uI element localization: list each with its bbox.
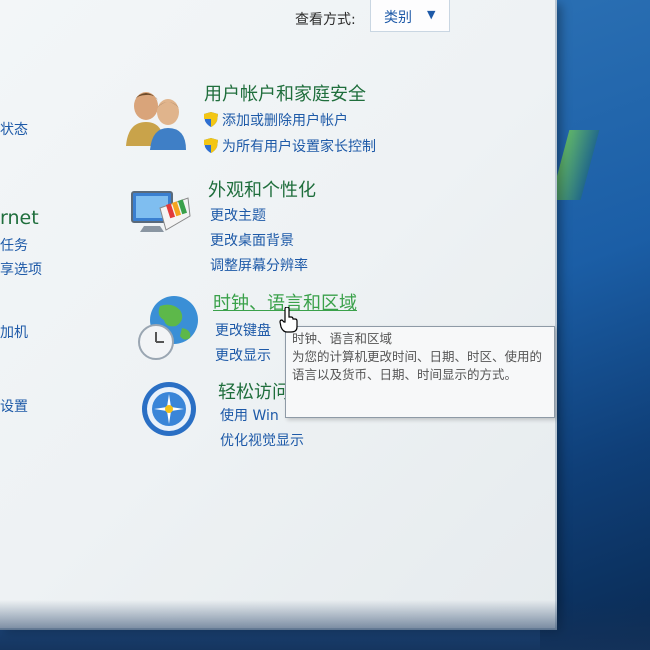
control-panel-window: 查看方式: 类别 ▼ 状态 rnet 任务 享选项 加机 设置 用户帐户和家庭安…: [0, 0, 557, 630]
uac-shield-icon: [204, 138, 218, 153]
left-nav-tasks-fragment[interactable]: 任务: [0, 235, 28, 255]
category-title-user-accounts[interactable]: 用户帐户和家庭安全: [204, 80, 366, 106]
view-by-value: 类别: [384, 10, 412, 26]
left-nav-settings-fragment[interactable]: 设置: [0, 396, 28, 416]
ease-of-access-icon[interactable]: [140, 380, 198, 442]
link-change-desktop-background[interactable]: 更改桌面背景: [210, 230, 294, 250]
tooltip-title: 时钟、语言和区域: [292, 331, 393, 346]
appearance-icon[interactable]: [130, 186, 192, 246]
view-by-dropdown[interactable]: 类别 ▼: [370, 0, 450, 32]
tooltip: 时钟、语言和区域 为您的计算机更改时间、日期、时区、使用的语言以及货币、日期、时…: [285, 326, 555, 418]
link-add-remove-accounts[interactable]: 添加或删除用户帐户: [204, 110, 348, 130]
link-optimize-visual-display[interactable]: 优化视觉显示: [220, 430, 304, 450]
globe-clock-icon[interactable]: [136, 292, 202, 366]
link-change-keyboard[interactable]: 更改键盘: [215, 320, 271, 340]
link-parental-controls[interactable]: 为所有用户设置家长控制: [204, 136, 376, 156]
dropdown-arrow-icon: ▼: [427, 8, 436, 21]
view-by-label: 查看方式:: [295, 12, 356, 28]
hand-cursor-icon: [279, 306, 299, 337]
category-title-ease-of-access[interactable]: 轻松访问: [218, 378, 290, 404]
uac-shield-icon: [204, 112, 218, 127]
left-nav-status-fragment[interactable]: 状态: [0, 119, 28, 139]
tooltip-body: 为您的计算机更改时间、日期、时区、使用的语言以及货币、日期、时间显示的方式。: [292, 349, 543, 382]
left-nav-share-fragment[interactable]: 享选项: [0, 259, 42, 279]
link-change-display[interactable]: 更改显示: [215, 345, 271, 365]
category-title-appearance[interactable]: 外观和个性化: [208, 176, 316, 202]
link-change-theme[interactable]: 更改主题: [210, 205, 266, 225]
left-nav-machine-fragment[interactable]: 加机: [0, 322, 28, 342]
link-add-remove-accounts-label: 添加或删除用户帐户: [222, 113, 348, 129]
link-parental-controls-label: 为所有用户设置家长控制: [222, 139, 376, 155]
left-nav-internet-fragment[interactable]: rnet: [0, 207, 39, 229]
link-use-windows-suggestions[interactable]: 使用 Win: [220, 405, 279, 425]
bottom-shade: [0, 600, 650, 650]
link-adjust-resolution[interactable]: 调整屏幕分辨率: [210, 255, 308, 275]
users-icon[interactable]: [124, 86, 192, 156]
